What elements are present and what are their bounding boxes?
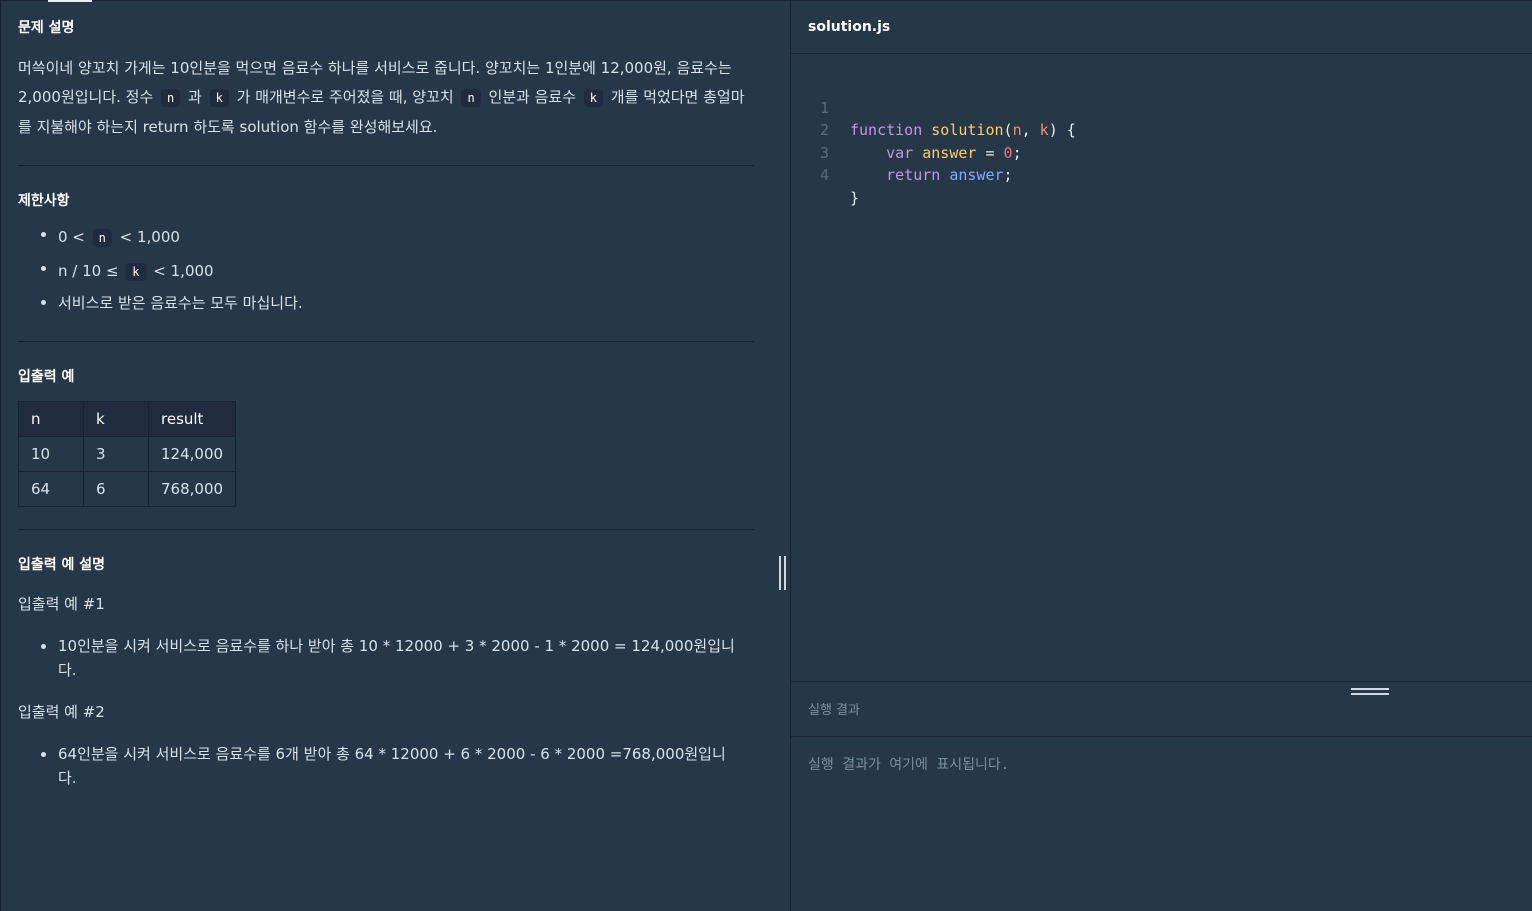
- column-header: k: [83, 401, 149, 437]
- divider: [18, 165, 754, 166]
- code-k: k: [209, 89, 229, 107]
- code-punct: (: [1003, 121, 1013, 139]
- result-title: 실행 결과: [808, 703, 860, 718]
- problem-panel: 문제 설명 머쓱이네 양꼬치 가게는 10인분을 먹으면 음료수 하나를 서비스…: [0, 0, 791, 911]
- code-n: n: [461, 89, 481, 107]
- table-cell: 768,000: [147, 471, 237, 507]
- code-keyword: return: [886, 166, 941, 184]
- intro-text-3: 가 매개변수로 주어졌을 때, 양꼬치: [231, 88, 459, 106]
- code-punct: ;: [1012, 143, 1022, 162]
- example-2-title: 입출력 예 #2: [18, 703, 105, 721]
- code-number: 0: [1003, 143, 1013, 162]
- grip-line: [784, 556, 786, 590]
- code-editor[interactable]: 1 function solution(n, k) { 2 var answer…: [791, 74, 1076, 207]
- code-param: k: [1039, 121, 1049, 139]
- code-punct: ;: [1003, 166, 1013, 184]
- code-punct: =: [976, 143, 1004, 162]
- code-k: k: [126, 263, 146, 281]
- code-text[interactable]: return answer;: [850, 164, 1013, 187]
- intro-text-2: 과: [183, 88, 207, 106]
- column-header: result: [147, 401, 237, 437]
- example-1-title: 입출력 예 #1: [18, 595, 105, 613]
- result-header: 실행 결과: [791, 682, 1532, 737]
- code-function-name: solution: [931, 121, 1004, 139]
- grip-line: [779, 556, 781, 590]
- list-item: 서비스로 받은 음료수는 모두 마십니다.: [18, 290, 754, 322]
- code-variable: answer: [922, 143, 977, 162]
- code-k: k: [583, 89, 604, 107]
- divider: [18, 341, 754, 342]
- intro-text-4: 인분과 음료수: [483, 88, 581, 106]
- line-number: 4: [819, 166, 829, 184]
- constraint-text: 0 <: [58, 228, 90, 246]
- list-item: n / 10 ≤ k < 1,000: [18, 256, 754, 290]
- constraints-list: 0 < n < 1,000 n / 10 ≤ k < 1,000 서비스로 받은…: [18, 222, 754, 322]
- constraint-text: < 1,000: [148, 262, 214, 280]
- examples-table: n k result 10 3 124,000 64 6 768,000: [18, 401, 237, 507]
- table-row: 64 6 768,000: [18, 471, 237, 507]
- editor-panel: solution.js 1 function solution(n, k) { …: [791, 0, 1532, 911]
- file-name: solution.js: [808, 19, 891, 35]
- code-text[interactable]: var answer = 0;: [850, 142, 1022, 165]
- table-cell: 3: [83, 436, 149, 472]
- code-line: 2 var answer = 0;: [791, 97, 1022, 162]
- table-cell: 10: [18, 436, 84, 472]
- explanation-title: 입출력 예 설명: [18, 557, 106, 573]
- result-panel: 실행 결과 실행 결과가 여기에 표시됩니다.: [791, 681, 1532, 911]
- code-punct: ) {: [1048, 121, 1076, 139]
- description-title: 문제 설명: [18, 20, 75, 36]
- code-text[interactable]: function solution(n, k) {: [850, 119, 1076, 142]
- examples-title: 입출력 예: [18, 369, 75, 385]
- code-keyword: function: [850, 121, 923, 139]
- table-row: 10 3 124,000: [18, 436, 237, 472]
- code-n: n: [92, 229, 112, 247]
- code-punct: ,: [1021, 121, 1040, 139]
- list-item: 10인분을 시켜 서비스로 음료수를 하나 받아 총 10 * 12000 + …: [18, 634, 754, 682]
- result-output: 실행 결과가 여기에 표시됩니다.: [808, 757, 1010, 773]
- list-item: 0 < n < 1,000: [18, 222, 754, 256]
- column-header: n: [18, 401, 84, 437]
- table-cell: 124,000: [147, 436, 237, 472]
- divider: [18, 529, 754, 530]
- description-text: 머쓱이네 양꼬치 가게는 10인분을 먹으면 음료수 하나를 서비스로 줍니다.…: [18, 54, 758, 142]
- code-line: 3 return answer;: [791, 119, 1013, 185]
- constraint-text: n / 10 ≤: [58, 262, 124, 280]
- code-variable: answer: [949, 166, 1004, 184]
- constraint-text: < 1,000: [114, 228, 180, 246]
- code-line: 4 }: [791, 142, 859, 207]
- table-header-row: n k result: [18, 401, 237, 437]
- code-param: n: [1012, 121, 1022, 139]
- panel-resize-handle[interactable]: [778, 556, 788, 590]
- list-item: 64인분을 시켜 서비스로 음료수를 6개 받아 총 64 * 12000 + …: [18, 742, 754, 790]
- table-cell: 64: [18, 471, 84, 507]
- constraints-title: 제한사항: [18, 193, 70, 209]
- code-line: 1 function solution(n, k) {: [791, 74, 1076, 140]
- code-n: n: [161, 89, 181, 107]
- code-text[interactable]: }: [850, 187, 859, 210]
- editor-header: solution.js: [791, 0, 1532, 54]
- example-1-list: 10인분을 시켜 서비스로 음료수를 하나 받아 총 10 * 12000 + …: [18, 634, 754, 682]
- code-keyword: var: [886, 143, 914, 162]
- example-2-list: 64인분을 시켜 서비스로 음료수를 6개 받아 총 64 * 12000 + …: [18, 742, 754, 790]
- table-cell: 6: [83, 471, 149, 507]
